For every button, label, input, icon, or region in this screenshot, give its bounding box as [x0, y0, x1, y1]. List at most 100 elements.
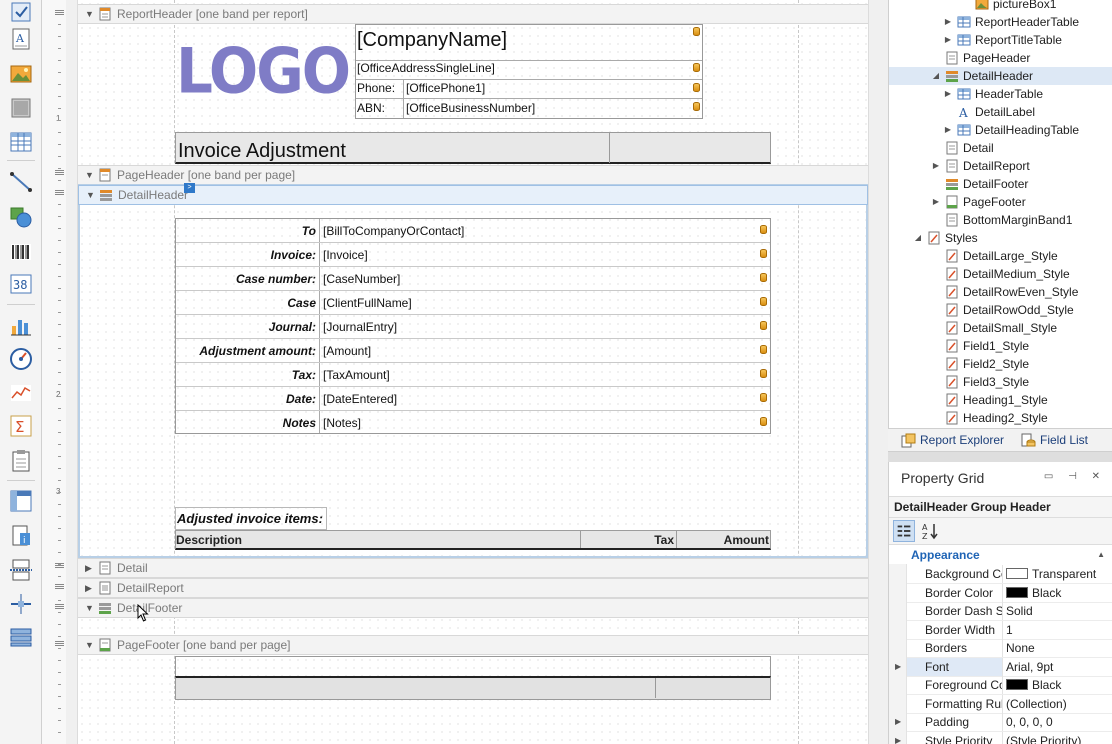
- category-appearance[interactable]: Appearance ▲: [889, 546, 1112, 564]
- expand-icon[interactable]: ▶: [943, 13, 953, 31]
- report-explorer-tree[interactable]: pictureBox1 ▶ ReportHeaderTable ▶ ReportTitl…: [888, 0, 1112, 428]
- tree-node[interactable]: DetailRowOdd_Style: [889, 301, 1112, 319]
- sparkline-tool-icon[interactable]: [9, 381, 33, 405]
- collapse-icon[interactable]: ◢: [913, 229, 923, 247]
- table-row[interactable]: Case [ClientFullName]: [176, 291, 770, 315]
- table-row[interactable]: Case number: [CaseNumber]: [176, 267, 770, 291]
- crossband-box-tool-icon[interactable]: [9, 625, 33, 649]
- collapse-icon[interactable]: ▼: [85, 599, 94, 617]
- expand-icon[interactable]: ▶: [931, 193, 941, 211]
- property-value[interactable]: Black: [1006, 584, 1061, 602]
- barcode-tool-icon[interactable]: [9, 240, 33, 264]
- tree-node[interactable]: ▶ DetailReport: [889, 157, 1112, 175]
- pagebreak-tool-icon[interactable]: [9, 558, 33, 582]
- band-resize-grip[interactable]: [55, 10, 64, 15]
- expand-icon[interactable]: ▶: [895, 732, 901, 744]
- property-row[interactable]: ▶ Style Priority (Style Priority): [895, 731, 1112, 744]
- phone-label-cell[interactable]: Phone:: [357, 81, 395, 95]
- office-address-cell[interactable]: [OfficeAddressSingleLine]: [357, 61, 495, 75]
- tree-node[interactable]: Detail: [889, 139, 1112, 157]
- collapse-category-icon[interactable]: ▲: [1097, 546, 1105, 564]
- field-label[interactable]: Tax:: [176, 363, 316, 386]
- abn-value-cell[interactable]: [OfficeBusinessNumber]: [406, 101, 535, 115]
- field-value[interactable]: [JournalEntry]: [323, 315, 397, 339]
- property-row[interactable]: ▶ Padding 0, 0, 0, 0: [895, 713, 1112, 732]
- smart-tag-icon[interactable]: >: [184, 183, 195, 193]
- collapse-icon[interactable]: ▼: [85, 166, 94, 184]
- zipcode-tool-icon[interactable]: 38: [9, 272, 33, 296]
- logo-picture-box[interactable]: LOGO: [176, 38, 351, 105]
- tree-node[interactable]: pictureBox1: [889, 0, 1112, 13]
- header-table[interactable]: To [BillToCompanyOrContact] Invoice: [Invoi…: [175, 218, 771, 434]
- tree-node[interactable]: Field2_Style: [889, 355, 1112, 373]
- property-row[interactable]: Formatting Rules(Collection): [907, 694, 1112, 714]
- tree-node[interactable]: ▶ ReportHeaderTable: [889, 13, 1112, 31]
- subreport-tool-icon[interactable]: [9, 449, 33, 473]
- col-amount[interactable]: Amount: [724, 532, 769, 549]
- tree-node[interactable]: DetailMedium_Style: [889, 265, 1112, 283]
- field-value[interactable]: [ClientFullName]: [323, 291, 412, 315]
- tree-node[interactable]: A DetailLabel: [889, 103, 1112, 121]
- page-footer-table[interactable]: [175, 676, 771, 700]
- tree-node[interactable]: DetailFooter: [889, 175, 1112, 193]
- tree-node[interactable]: DetailLarge_Style: [889, 247, 1112, 265]
- table-row[interactable]: Adjustment amount: [Amount]: [176, 339, 770, 363]
- band-header-detail[interactable]: ▶ Detail: [78, 558, 868, 578]
- panel-pin-close-icons[interactable]: ▭ ⊣ ✕: [1044, 471, 1106, 482]
- tree-node[interactable]: DetailSmall_Style: [889, 319, 1112, 337]
- band-resize-grip[interactable]: [55, 170, 64, 175]
- field-label[interactable]: Journal:: [176, 315, 316, 338]
- gauge-tool-icon[interactable]: [9, 347, 33, 371]
- table-row[interactable]: Journal: [JournalEntry]: [176, 315, 770, 339]
- summary-tool-icon[interactable]: Σ: [9, 414, 33, 438]
- field-label[interactable]: Adjustment amount:: [176, 339, 316, 362]
- label-tool-icon[interactable]: [9, 0, 33, 24]
- expand-icon[interactable]: ▶: [943, 85, 953, 103]
- field-value[interactable]: [Amount]: [323, 339, 371, 363]
- property-value[interactable]: None: [1006, 639, 1035, 657]
- tab-field-list[interactable]: Field List: [1020, 429, 1088, 452]
- property-row[interactable]: Borders None: [907, 639, 1112, 658]
- field-value[interactable]: [TaxAmount]: [323, 363, 390, 387]
- band-resize-grip[interactable]: [55, 641, 64, 646]
- property-row[interactable]: ▶ Font Arial, 9pt: [895, 657, 1112, 677]
- collapse-icon[interactable]: ▼: [85, 5, 94, 23]
- expand-icon[interactable]: ▶: [943, 31, 953, 49]
- table-row[interactable]: Date: [DateEntered]: [176, 387, 770, 411]
- property-row[interactable]: Border Color Black: [907, 583, 1112, 603]
- property-row[interactable]: Border Width 1: [907, 620, 1112, 640]
- tree-node[interactable]: Heading1_Style: [889, 391, 1112, 409]
- field-label[interactable]: Case number:: [176, 267, 316, 290]
- field-label[interactable]: Case: [176, 291, 316, 314]
- band-header-detail-header[interactable]: ▼ DetailHeader: [78, 185, 868, 205]
- field-label[interactable]: To: [176, 219, 316, 242]
- property-value[interactable]: (Style Priority): [1006, 732, 1081, 744]
- property-value[interactable]: 1: [1006, 621, 1013, 639]
- band-resize-grip[interactable]: [55, 563, 64, 568]
- collapse-icon[interactable]: ▼: [86, 186, 95, 204]
- report-title[interactable]: Invoice Adjustment: [178, 140, 346, 163]
- property-value[interactable]: Transparent: [1006, 565, 1096, 583]
- phone-value-cell[interactable]: [OfficePhone1]: [406, 81, 485, 95]
- chart-tool-icon[interactable]: [9, 314, 33, 338]
- band-header-report-header[interactable]: ▼ ReportHeader [one band per report]: [78, 4, 868, 24]
- tree-node[interactable]: ▶ DetailHeadingTable: [889, 121, 1112, 139]
- property-value[interactable]: Arial, 9pt: [1006, 658, 1053, 676]
- field-value[interactable]: [BillToCompanyOrContact]: [323, 219, 464, 243]
- field-label[interactable]: Notes: [176, 411, 316, 434]
- categorized-view-button[interactable]: [893, 520, 915, 542]
- selected-object-name[interactable]: DetailHeader Group Header: [889, 496, 1112, 518]
- band-header-detail-footer[interactable]: ▼ DetailFooter: [78, 598, 868, 618]
- band-header-page-footer[interactable]: ▼ PageFooter [one band per page]: [78, 635, 868, 655]
- tree-node[interactable]: DetailRowEven_Style: [889, 283, 1112, 301]
- property-row[interactable]: Background Color Transparent: [907, 565, 1112, 584]
- detail-label[interactable]: Adjusted invoice items:: [175, 507, 327, 530]
- band-header-page-header[interactable]: ▼ PageHeader [one band per page]: [78, 165, 868, 185]
- property-value[interactable]: (Collection): [1006, 695, 1067, 713]
- company-name-cell[interactable]: [CompanyName]: [357, 29, 507, 52]
- property-row[interactable]: Foreground Color Black: [907, 676, 1112, 695]
- property-value[interactable]: Black: [1006, 676, 1061, 694]
- col-description[interactable]: Description: [176, 532, 242, 549]
- panel-tool-icon[interactable]: [9, 96, 33, 120]
- expand-icon[interactable]: ▶: [931, 157, 941, 175]
